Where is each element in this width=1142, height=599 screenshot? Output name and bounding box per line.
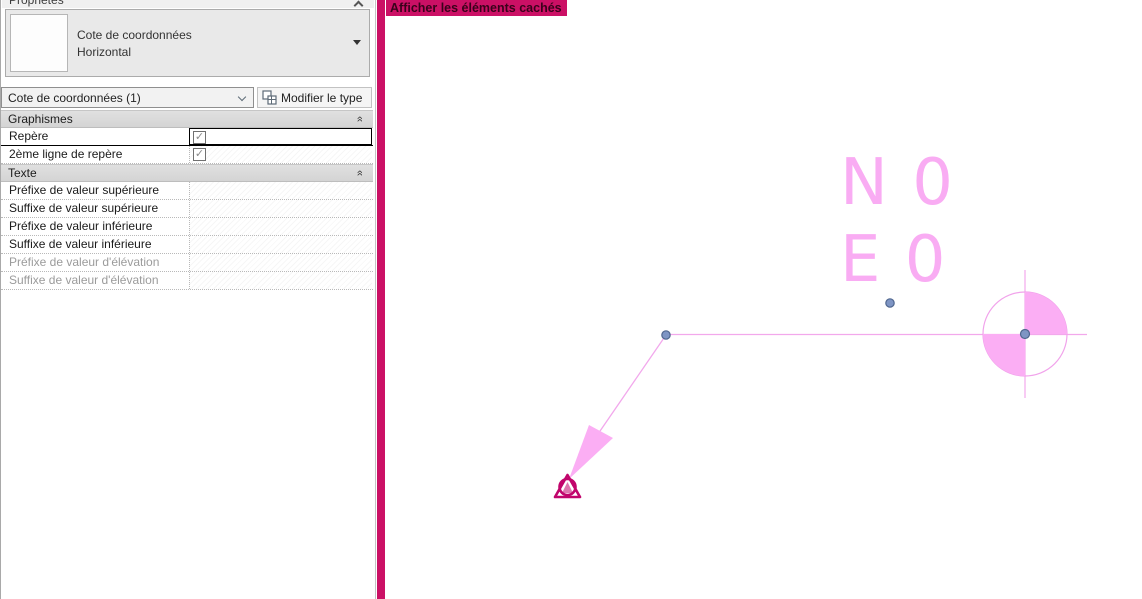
property-value-cell[interactable] <box>189 218 372 235</box>
property-label: Préfixe de valeur inférieure <box>9 219 153 233</box>
instance-filter-value: Cote de coordonnées (1) <box>8 91 141 105</box>
edit-type-label: Modifier le type <box>281 90 363 105</box>
type-selector-dropdown-icon[interactable] <box>353 40 361 45</box>
group-label: Texte <box>8 166 37 180</box>
property-label: Repère <box>9 129 49 143</box>
text-drag-grip[interactable] <box>885 298 895 308</box>
property-value-cell[interactable]: ✓ <box>189 128 372 145</box>
north-coordinate-text[interactable]: N 0 <box>840 146 955 220</box>
instance-filter-combobox[interactable]: Cote de coordonnées (1) <box>1 87 254 108</box>
property-value-cell[interactable] <box>189 236 372 253</box>
property-row-prefixe-elevation: Préfixe de valeur d'élévation <box>1 254 373 272</box>
coordinate-symbol-quadrant-ne <box>1025 292 1067 334</box>
property-label: Suffixe de valeur inférieure <box>9 237 152 251</box>
property-label: Suffixe de valeur supérieure <box>9 201 159 215</box>
coordinate-symbol-quadrant-sw <box>983 334 1025 376</box>
type-name: Horizontal <box>77 45 132 59</box>
property-label: Préfixe de valeur supérieure <box>9 183 160 197</box>
property-row-repere[interactable]: Repère ✓ <box>1 128 373 146</box>
property-label: 2ème ligne de repère <box>9 147 123 161</box>
spot-coordinate-drawing: N 0 E 0 <box>553 146 1087 499</box>
seconde-ligne-checkbox[interactable]: ✓ <box>193 148 206 161</box>
property-value-cell[interactable] <box>189 182 372 199</box>
reveal-hidden-mode-border <box>377 0 385 599</box>
property-label: Suffixe de valeur d'élévation <box>9 273 159 287</box>
properties-table: Graphismes » Repère ✓ 2ème ligne de repè… <box>1 110 373 290</box>
east-coordinate-text[interactable]: E 0 <box>840 223 948 297</box>
property-label: Préfixe de valeur d'élévation <box>9 255 160 269</box>
collapse-group-icon[interactable]: » <box>354 117 366 122</box>
property-value-cell[interactable] <box>189 200 372 217</box>
properties-panel: Propriétés Cote de coordonnées Horizonta… <box>0 0 376 599</box>
point-anchor-symbol[interactable] <box>553 473 582 499</box>
property-row-2eme-ligne[interactable]: 2ème ligne de repère ✓ <box>1 146 373 164</box>
collapse-group-icon[interactable]: » <box>354 171 366 176</box>
leader-elbow-grip[interactable] <box>661 330 671 340</box>
drawing-canvas[interactable]: Afficher les éléments cachés N 0 E 0 <box>385 0 1142 599</box>
properties-panel-header[interactable]: Propriétés <box>2 0 374 8</box>
type-selector[interactable]: Cote de coordonnées Horizontal <box>5 9 370 77</box>
leader-diagonal-line[interactable] <box>597 334 667 435</box>
group-header-graphismes[interactable]: Graphismes » <box>1 110 373 128</box>
instance-selector-row: Cote de coordonnées (1) Modifier le type <box>1 87 373 108</box>
group-label: Graphismes <box>8 112 73 126</box>
edit-type-button[interactable]: Modifier le type <box>257 87 372 108</box>
property-value-cell[interactable]: ✓ <box>189 146 372 163</box>
group-header-texte[interactable]: Texte » <box>1 164 373 182</box>
type-family-name: Cote de coordonnées <box>77 28 192 42</box>
chevron-down-icon[interactable] <box>237 92 247 102</box>
edit-type-icon <box>262 90 277 105</box>
property-row-prefixe-inf[interactable]: Préfixe de valeur inférieure <box>1 218 373 236</box>
collapse-panel-icon[interactable] <box>353 0 364 8</box>
property-row-suffixe-sup[interactable]: Suffixe de valeur supérieure <box>1 200 373 218</box>
property-row-suffixe-inf[interactable]: Suffixe de valeur inférieure <box>1 236 373 254</box>
revit-window: Propriétés Cote de coordonnées Horizonta… <box>0 0 1142 599</box>
property-value-cell <box>189 272 372 289</box>
panel-title: Propriétés <box>9 0 64 7</box>
type-preview-thumbnail <box>10 14 68 72</box>
property-row-prefixe-sup[interactable]: Préfixe de valeur supérieure <box>1 182 373 200</box>
repere-checkbox[interactable]: ✓ <box>193 131 206 144</box>
property-value-cell <box>189 254 372 271</box>
leader-arrowhead[interactable] <box>569 425 613 479</box>
property-row-suffixe-elevation: Suffixe de valeur d'élévation <box>1 272 373 290</box>
symbol-center-grip[interactable] <box>1019 328 1031 340</box>
